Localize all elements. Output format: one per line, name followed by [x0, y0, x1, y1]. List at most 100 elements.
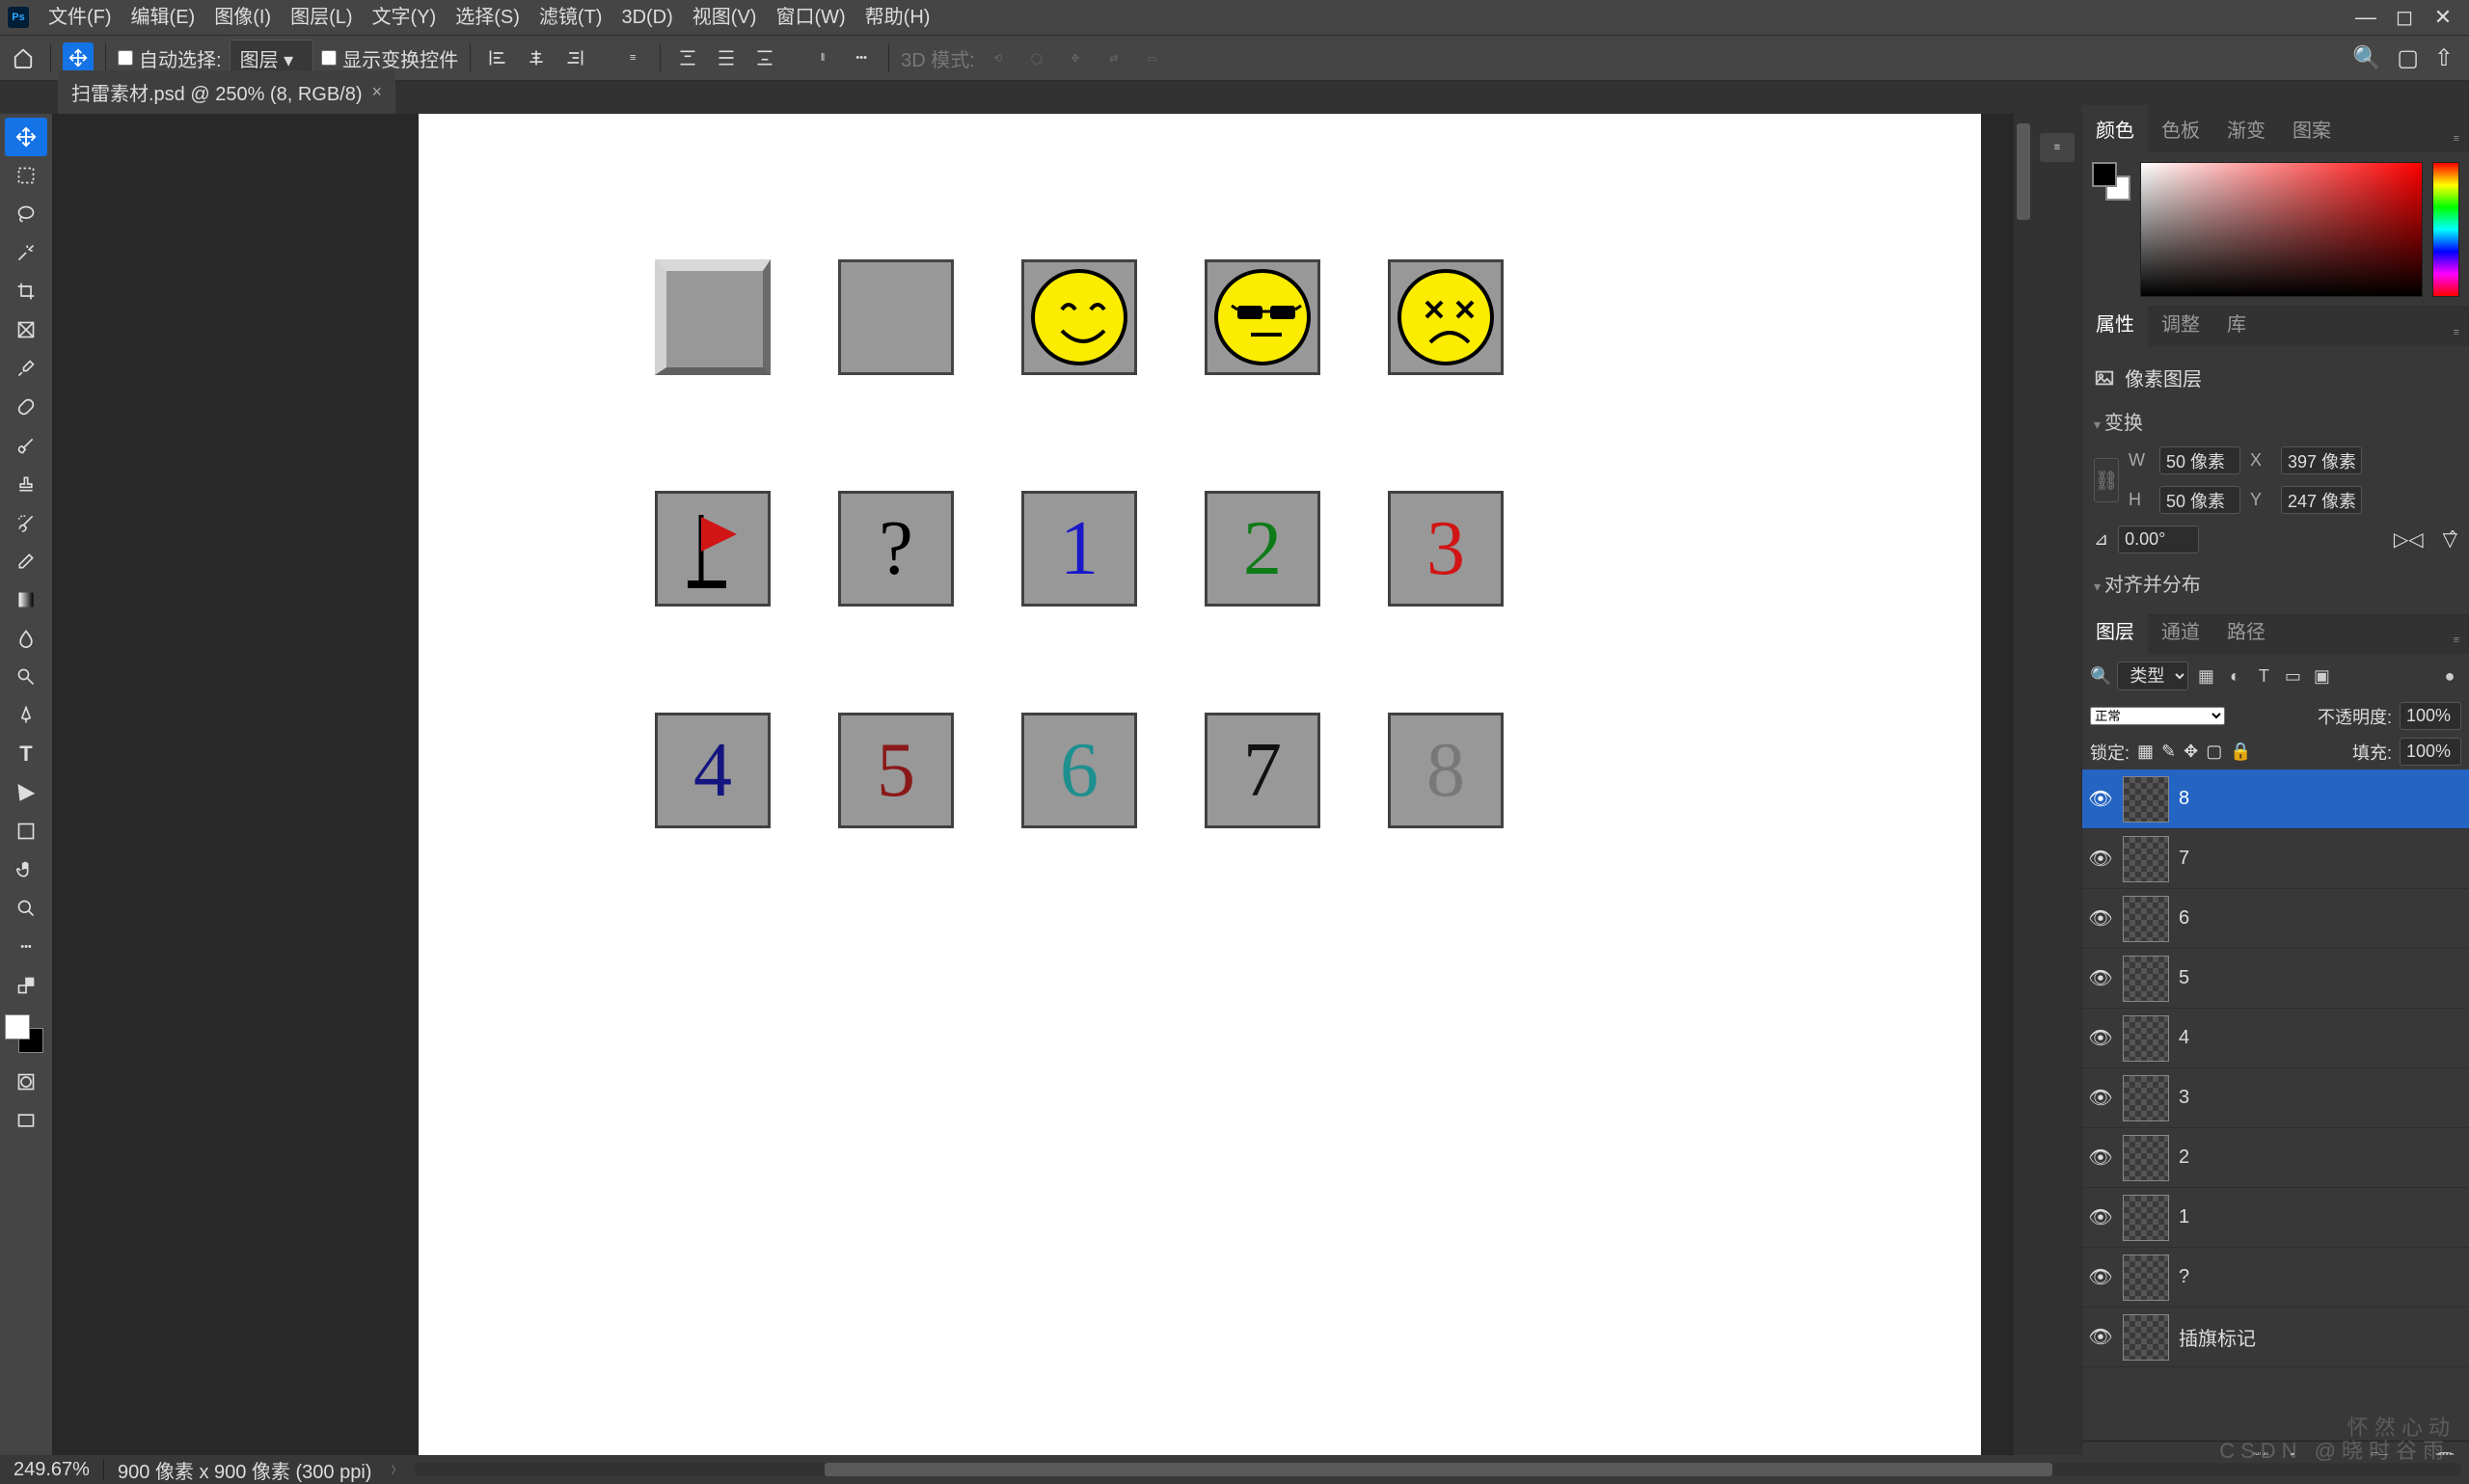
edit-toolbar-button[interactable]: ••• — [5, 928, 47, 966]
x-input[interactable] — [2281, 446, 2362, 474]
layer-row[interactable]: 👁 5 — [2082, 949, 2469, 1009]
layer-row[interactable]: 👁 3 — [2082, 1068, 2469, 1128]
lasso-tool[interactable] — [5, 195, 47, 233]
layer-name[interactable]: 插旗标记 — [2179, 1323, 2463, 1351]
transform-section-header[interactable]: 变换 — [2094, 397, 2457, 441]
layer-row[interactable]: 👁 2 — [2082, 1128, 2469, 1188]
panel-tab[interactable]: 路径 — [2213, 607, 2279, 654]
menu-item[interactable]: 文字(Y) — [363, 0, 447, 35]
lock-paint-button[interactable]: ✎ — [2161, 742, 2176, 762]
layer-row[interactable]: 👁 插旗标记 — [2082, 1308, 2469, 1367]
panel-menu-button[interactable]: ≡ — [2444, 319, 2469, 346]
visibility-toggle[interactable]: 👁 — [2088, 787, 2113, 811]
visibility-toggle[interactable]: 👁 — [2088, 1325, 2113, 1349]
layer-name[interactable]: 5 — [2179, 967, 2463, 989]
menu-item[interactable]: 3D(D) — [611, 0, 682, 35]
pen-tool[interactable] — [5, 696, 47, 735]
vertical-scrollbar[interactable] — [2014, 114, 2033, 1455]
opacity-input[interactable] — [2400, 702, 2461, 730]
align-top-button[interactable]: ≡ — [617, 42, 648, 73]
panel-tab[interactable]: 渐变 — [2213, 105, 2279, 152]
layer-name[interactable]: 8 — [2179, 788, 2463, 810]
filter-adjust-icon[interactable]: ◐ — [2223, 664, 2246, 688]
color-swatch[interactable] — [5, 1014, 43, 1053]
layer-thumb[interactable] — [2123, 776, 2169, 823]
swap-colors-button[interactable] — [5, 966, 47, 1005]
zoom-tool[interactable] — [5, 889, 47, 928]
angle-input[interactable] — [2118, 526, 2199, 553]
gradient-tool[interactable] — [5, 580, 47, 619]
visibility-toggle[interactable]: 👁 — [2088, 1205, 2113, 1229]
eyedropper-tool[interactable] — [5, 349, 47, 388]
dist-bottom-button[interactable] — [749, 42, 780, 73]
height-input[interactable] — [2159, 486, 2240, 514]
move-tool[interactable] — [5, 118, 47, 156]
layer-name[interactable]: 4 — [2179, 1027, 2463, 1049]
align-hcenter-button[interactable] — [521, 42, 552, 73]
layer-thumb[interactable] — [2123, 836, 2169, 882]
layer-thumb[interactable] — [2123, 1195, 2169, 1241]
eraser-tool[interactable] — [5, 542, 47, 580]
brush-tool[interactable] — [5, 426, 47, 465]
flip-v-button[interactable]: ▽̂ — [2443, 527, 2457, 552]
menu-item[interactable]: 图层(L) — [281, 0, 362, 35]
info-chevron[interactable]: 〉 — [385, 1462, 407, 1477]
filter-type-icon[interactable]: T — [2252, 664, 2275, 688]
panel-tab[interactable]: 库 — [2213, 299, 2260, 346]
document-tab[interactable]: 扫雷素材.psd @ 250% (8, RGB/8) × — [58, 70, 395, 114]
hue-strip[interactable] — [2432, 162, 2459, 297]
color-panel-swatch[interactable] — [2092, 162, 2130, 201]
move-tool-indicator[interactable] — [63, 42, 94, 73]
history-brush-tool[interactable] — [5, 503, 47, 542]
layer-thumb[interactable] — [2123, 1135, 2169, 1181]
layer-filter-select[interactable]: 类型 — [2117, 661, 2188, 690]
close-button[interactable]: ✕ — [2432, 7, 2454, 28]
filter-shape-icon[interactable]: ▭ — [2281, 664, 2304, 688]
stamp-tool[interactable] — [5, 465, 47, 503]
zoom-readout[interactable]: 249.67% — [0, 1459, 104, 1481]
type-tool[interactable]: T — [5, 735, 47, 773]
menu-item[interactable]: 编辑(E) — [122, 0, 205, 35]
quick-mask-button[interactable] — [5, 1063, 47, 1101]
lock-trans-button[interactable]: ▦ — [2137, 742, 2154, 762]
maximize-button[interactable]: ◻ — [2394, 7, 2415, 28]
menu-item[interactable]: 滤镜(T) — [529, 0, 612, 35]
canvas[interactable]: ?12345678 — [52, 114, 2033, 1484]
home-button[interactable] — [8, 42, 39, 73]
layer-name[interactable]: 3 — [2179, 1087, 2463, 1109]
filter-pixel-icon[interactable]: ▦ — [2194, 664, 2217, 688]
fill-input[interactable] — [2400, 738, 2461, 766]
layer-row[interactable]: 👁 ? — [2082, 1248, 2469, 1308]
visibility-toggle[interactable]: 👁 — [2088, 1086, 2113, 1110]
layer-thumb[interactable] — [2123, 1015, 2169, 1062]
filter-toggle[interactable]: ● — [2438, 664, 2461, 688]
blend-mode-select[interactable]: 正常 — [2090, 707, 2225, 725]
panel-menu-button[interactable]: ≡ — [2444, 627, 2469, 654]
dodge-tool[interactable] — [5, 658, 47, 696]
layer-name[interactable]: 6 — [2179, 907, 2463, 930]
layer-name[interactable]: 7 — [2179, 848, 2463, 870]
visibility-toggle[interactable]: 👁 — [2088, 1146, 2113, 1170]
filter-smart-icon[interactable]: ▣ — [2310, 664, 2333, 688]
flip-h-button[interactable]: ▷◁ — [2394, 527, 2424, 552]
frame-tool[interactable] — [5, 310, 47, 349]
visibility-toggle[interactable]: 👁 — [2088, 966, 2113, 990]
visibility-toggle[interactable]: 👁 — [2088, 1265, 2113, 1289]
panel-tab[interactable]: 图层 — [2082, 607, 2148, 654]
screen-mode-button[interactable] — [5, 1101, 47, 1140]
align-left-button[interactable] — [482, 42, 513, 73]
collapsed-panel-icon[interactable]: ≡ — [2040, 133, 2075, 162]
layer-thumb[interactable] — [2123, 1075, 2169, 1121]
layer-name[interactable]: 2 — [2179, 1147, 2463, 1169]
lock-all-button[interactable]: 🔒 — [2230, 742, 2251, 762]
layer-thumb[interactable] — [2123, 896, 2169, 942]
layer-name[interactable]: 1 — [2179, 1206, 2463, 1228]
color-field[interactable] — [2140, 162, 2423, 297]
marquee-tool[interactable] — [5, 156, 47, 195]
more-align-button[interactable]: ••• — [846, 42, 877, 73]
heal-tool[interactable] — [5, 388, 47, 426]
align-section-header[interactable]: 对齐并分布 — [2094, 559, 2457, 603]
layer-row[interactable]: 👁 8 — [2082, 769, 2469, 829]
menu-item[interactable]: 文件(F) — [39, 0, 122, 35]
width-input[interactable] — [2159, 446, 2240, 474]
